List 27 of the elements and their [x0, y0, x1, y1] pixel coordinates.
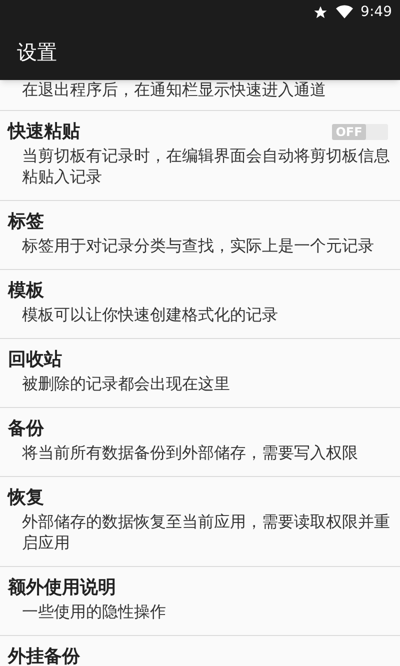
- setting-item[interactable]: 备份 将当前所有数据备份到外部储存，需要写入权限: [0, 408, 400, 477]
- setting-item[interactable]: 恢复 外部储存的数据恢复至当前应用，需要读取权限并重启应用: [0, 477, 400, 567]
- setting-item[interactable]: 回收站 被删除的记录都会出现在这里: [0, 339, 400, 408]
- star-icon: [312, 4, 328, 20]
- setting-item[interactable]: 模板 模板可以让你快速创建格式化的记录: [0, 270, 400, 339]
- setting-title: 外挂备份: [8, 645, 80, 666]
- setting-summary: 模板可以让你快速创建格式化的记录: [21, 304, 279, 325]
- setting-summary: 外部储存的数据恢复至当前应用，需要读取权限并重启应用: [21, 511, 391, 553]
- setting-item[interactable]: 外挂备份: [0, 636, 400, 666]
- setting-title: 恢复: [8, 486, 44, 510]
- setting-summary: 将当前所有数据备份到外部储存，需要写入权限: [21, 442, 359, 463]
- wifi-icon: [336, 5, 353, 19]
- setting-item[interactable]: 标签 标签用于对记录分类与查找，实际上是一个元记录: [0, 201, 400, 270]
- app-bar-title: 设置: [17, 39, 57, 66]
- setting-summary: 当剪切板有记录时，在编辑界面会自动将剪切板信息粘贴入记录: [21, 145, 391, 187]
- setting-item[interactable]: 额外使用说明 一些使用的隐性操作: [0, 567, 400, 636]
- setting-title: 快速粘贴: [8, 120, 80, 144]
- setting-summary: 被删除的记录都会出现在这里: [21, 373, 231, 394]
- setting-summary: 一些使用的隐性操作: [21, 601, 167, 622]
- setting-title: 标签: [8, 210, 44, 234]
- setting-summary: 在退出程序后，在通知栏显示快速进入通道: [22, 80, 327, 100]
- status-time: 9:49: [360, 2, 392, 22]
- setting-title: 额外使用说明: [8, 576, 116, 600]
- setting-title: 模板: [8, 279, 44, 303]
- setting-title: 回收站: [8, 348, 62, 372]
- setting-title: 备份: [8, 417, 44, 441]
- setting-summary: 标签用于对记录分类与查找，实际上是一个元记录: [21, 235, 375, 256]
